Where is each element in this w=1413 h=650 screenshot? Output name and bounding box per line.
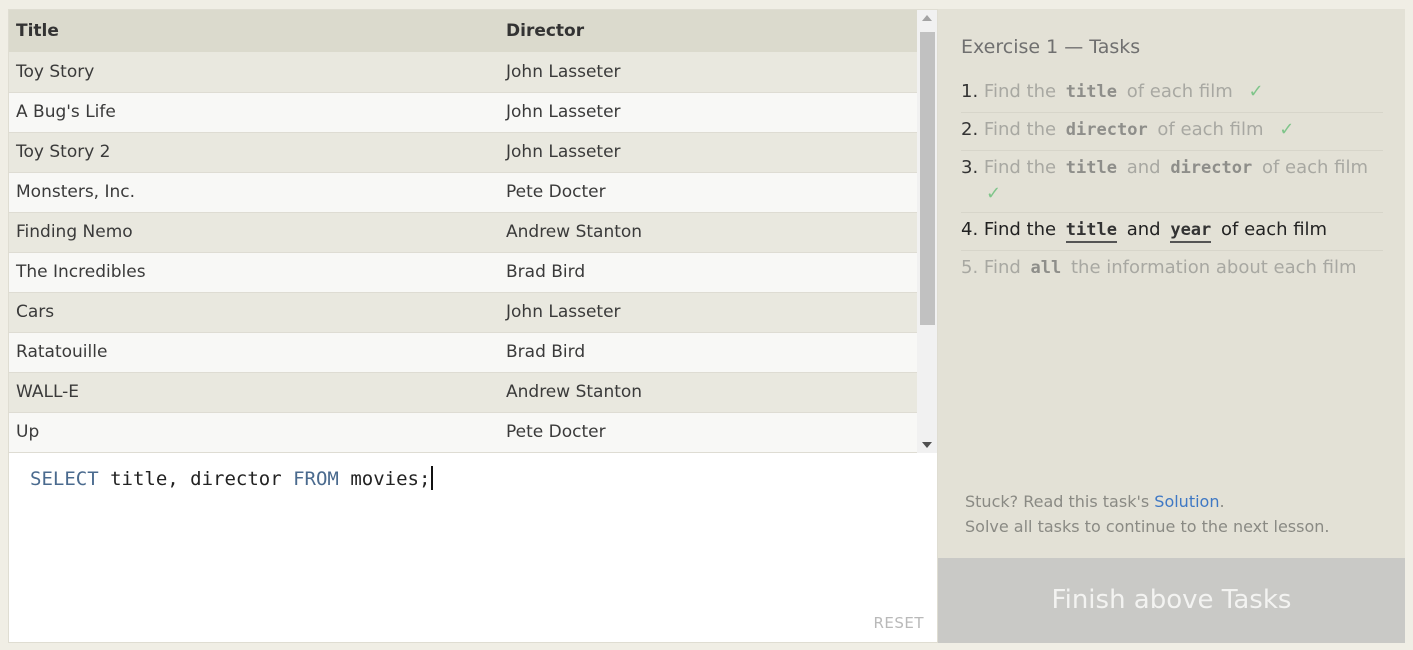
stuck-suffix: . [1219,492,1225,511]
task-number: 2. [961,119,979,140]
task-text: Find the [983,81,1057,102]
reset-button[interactable]: RESET [873,614,924,632]
finish-tasks-button[interactable]: Finish above Tasks [938,558,1405,643]
task-item-current: 4. Find the title and year of each film [961,213,1383,251]
results-scrollbar[interactable] [917,10,937,453]
exercise-title: Exercise 1 — Tasks [961,36,1141,58]
task-item: 2. Find the director of each film ✓ [961,113,1383,151]
task-code: title [1065,220,1117,243]
task-list: 1. Find the title of each film ✓ 2. Find… [961,75,1383,288]
task-text: and [1126,219,1161,240]
cell-director: Brad Bird [499,252,917,293]
task-text: the information about each film [1071,257,1357,278]
table-row: Cars John Lasseter [9,292,917,333]
task-text: Find the [983,119,1057,140]
table-row: A Bug's Life John Lasseter [9,92,917,133]
task-text: of each film [1126,81,1233,102]
tasks-panel: Exercise 1 — Tasks 1. Find the title of … [938,9,1405,643]
column-header-title: Title [9,10,499,52]
solution-link[interactable]: Solution [1154,492,1219,511]
cell-title: Toy Story 2 [9,132,499,173]
query-columns: title, director [98,468,294,490]
task-item: 3. Find the title and director of each f… [961,151,1383,213]
table-row: Toy Story 2 John Lasseter [9,132,917,173]
task-code: title [1065,158,1117,178]
continue-line: Solve all tasks to continue to the next … [965,517,1330,536]
text-cursor [431,466,434,490]
cell-director: John Lasseter [499,52,917,93]
cell-director: Andrew Stanton [499,212,917,253]
task-code: title [1065,82,1117,102]
scroll-down-arrow-icon[interactable] [922,442,932,448]
cell-director: Pete Docter [499,172,917,213]
checkmark-icon: ✓ [1248,81,1264,102]
task-code: director [1065,120,1148,140]
query-table: movies; [338,468,431,490]
cell-title: The Incredibles [9,252,499,293]
table-row: Toy Story John Lasseter [9,52,917,93]
table-row: Monsters, Inc. Pete Docter [9,172,917,213]
cell-director: John Lasseter [499,132,917,173]
results-view: Title Director Toy Story John Lasseter A… [9,10,917,453]
task-number: 4. [961,219,979,240]
table-row: Ratatouille Brad Bird [9,332,917,373]
stuck-prefix: Stuck? Read this task's [965,492,1155,511]
stuck-line: Stuck? Read this task's Solution. [965,489,1329,514]
cell-title: Up [9,412,499,453]
task-number: 1. [961,81,979,102]
column-header-director: Director [499,10,917,52]
task-text: of each film [1157,119,1264,140]
task-code: all [1030,258,1062,278]
task-code: director [1170,158,1253,178]
cell-title: Ratatouille [9,332,499,373]
sql-editor[interactable]: SELECT title, director FROM movies; RESE… [9,453,937,642]
cell-title: Monsters, Inc. [9,172,499,213]
cell-director: Pete Docter [499,412,917,453]
scroll-up-arrow-icon[interactable] [922,15,932,21]
cell-title: Finding Nemo [9,212,499,253]
cell-director: Andrew Stanton [499,372,917,413]
task-text: Find the [983,219,1057,240]
scrollbar-thumb[interactable] [920,32,935,325]
query-panel: Title Director Toy Story John Lasseter A… [8,9,938,643]
task-text: and [1126,157,1161,178]
results-table: Title Director Toy Story John Lasseter A… [9,10,917,453]
table-row: Finding Nemo Andrew Stanton [9,212,917,253]
cell-title: Cars [9,292,499,333]
task-number: 3. [961,157,979,178]
cell-title: A Bug's Life [9,92,499,133]
keyword-from: FROM [293,468,339,490]
table-row: WALL-E Andrew Stanton [9,372,917,413]
table-row: Up Pete Docter [9,412,917,453]
cell-title: WALL-E [9,372,499,413]
task-text: of each film [1261,157,1369,178]
task-number: 5. [961,257,979,278]
checkmark-icon: ✓ [1279,119,1295,140]
cell-director: John Lasseter [499,92,917,133]
cell-director: Brad Bird [499,332,917,373]
query-text[interactable]: SELECT title, director FROM movies; [30,466,434,490]
cell-director: John Lasseter [499,292,917,333]
help-text: Stuck? Read this task's Solution. Solve … [965,489,1329,539]
task-item: 1. Find the title of each film ✓ [961,75,1383,113]
keyword-select: SELECT [30,468,99,490]
checkmark-icon: ✓ [986,183,1002,204]
cell-title: Toy Story [9,52,499,93]
task-text: Find the [983,157,1057,178]
task-text: Find [983,257,1021,278]
table-row: The Incredibles Brad Bird [9,252,917,293]
task-text: of each film [1221,219,1328,240]
header-row: Title Director [9,10,917,52]
task-code: year [1170,220,1212,243]
task-item: 5. Find all the information about each f… [961,251,1383,288]
